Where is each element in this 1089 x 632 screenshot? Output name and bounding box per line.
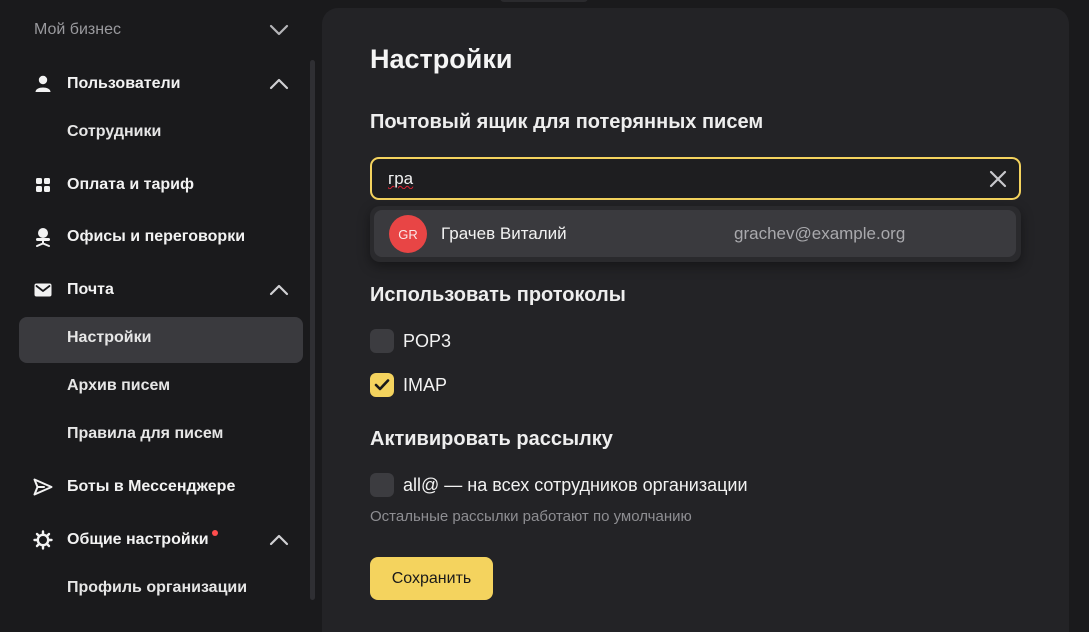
sidebar-item-label: Сотрудники	[67, 123, 162, 140]
sidebar-item-mail-rules[interactable]: Правила для писем	[0, 412, 305, 456]
sidebar-item-label: Профиль организации	[67, 579, 248, 596]
imap-option[interactable]: IMAP	[370, 372, 447, 398]
main-panel	[322, 8, 1069, 632]
sidebar-item-general-settings[interactable]: Общие настройки	[0, 518, 305, 562]
sidebar-item-mail-settings[interactable]: Настройки	[0, 316, 305, 360]
sidebar-item-users[interactable]: Пользователи	[0, 62, 305, 106]
suggestion-name: Грачев Виталий	[441, 224, 567, 243]
sidebar-item-label: Настройки	[67, 329, 152, 346]
imap-checkbox[interactable]	[370, 373, 394, 397]
mailing-hint: Остальные рассылки работают по умолчанию	[370, 508, 692, 525]
all-mailing-option[interactable]: all@ — на всех сотрудников организации	[370, 472, 748, 498]
send-icon	[33, 477, 53, 497]
suggestion-dropdown: GR Грачев Виталий grachev@example.org	[370, 206, 1021, 262]
mailbox-search-input[interactable]	[388, 167, 968, 191]
sidebar-item-mail[interactable]: Почта	[0, 268, 305, 312]
app-root: Мой бизнес Пользователи Сотрудники Оплат…	[0, 0, 1089, 632]
close-icon[interactable]	[987, 168, 1009, 190]
top-bar-handle	[500, 0, 588, 2]
sidebar-item-label: Оплата и тариф	[67, 176, 194, 193]
gear-icon	[33, 530, 53, 550]
pop3-checkbox[interactable]	[370, 329, 394, 353]
chevron-up-icon[interactable]	[268, 279, 290, 301]
chevron-up-icon[interactable]	[268, 73, 290, 95]
page-title: Настройки	[370, 44, 513, 74]
sidebar-item-offices[interactable]: Офисы и переговорки	[0, 215, 305, 259]
chair-icon	[33, 227, 53, 247]
mailbox-search-field[interactable]	[370, 157, 1021, 200]
sidebar-item-label: Общие настройки	[67, 531, 209, 548]
chevron-down-icon[interactable]	[268, 19, 290, 41]
sidebar-item-label: Пользователи	[67, 75, 181, 92]
suggestion-email: grachev@example.org	[734, 224, 906, 243]
sidebar-item-label: Правила для писем	[67, 425, 224, 442]
sidebar-section-header[interactable]: Мой бизнес	[34, 18, 339, 42]
all-mailing-checkbox[interactable]	[370, 473, 394, 497]
pop3-option[interactable]: POP3	[370, 328, 451, 354]
sidebar-item-label: Офисы и переговорки	[67, 228, 246, 245]
mailing-heading: Активировать рассылку	[370, 428, 613, 450]
mail-icon	[33, 280, 53, 300]
protocols-heading: Использовать протоколы	[370, 284, 626, 306]
sidebar-item-label-wrap: Общие настройки	[67, 530, 218, 549]
sidebar-item-employees[interactable]: Сотрудники	[0, 110, 305, 154]
save-button[interactable]: Сохранить	[370, 557, 493, 600]
sidebar-item-label: Боты в Мессенджере	[67, 478, 236, 495]
sidebar-item-org-profile[interactable]: Профиль организации	[0, 566, 305, 610]
pop3-label: POP3	[403, 330, 452, 351]
all-mailing-label: all@ — на всех сотрудников организации	[403, 474, 748, 495]
user-icon	[33, 74, 53, 94]
sidebar-item-label: Архив писем	[67, 377, 171, 394]
avatar: GR	[389, 215, 427, 253]
sidebar-item-billing[interactable]: Оплата и тариф	[0, 163, 305, 207]
sidebar-item-bots[interactable]: Боты в Мессенджере	[0, 465, 305, 509]
sidebar-item-mail-archive[interactable]: Архив писем	[0, 364, 305, 408]
notification-dot	[211, 530, 218, 536]
sidebar-section-title: Мой бизнес	[34, 21, 121, 38]
checkmark-icon	[374, 379, 390, 391]
sidebar-item-label: Почта	[67, 281, 114, 298]
grid-icon	[33, 175, 53, 195]
chevron-up-icon[interactable]	[268, 529, 290, 551]
imap-label: IMAP	[403, 374, 448, 395]
suggestion-item[interactable]: GR Грачев Виталий grachev@example.org	[374, 210, 1016, 257]
sidebar: Мой бизнес Пользователи Сотрудники Оплат…	[0, 0, 320, 632]
sidebar-scrollbar[interactable]	[310, 60, 315, 600]
lost-mailbox-heading: Почтовый ящик для потерянных писем	[370, 111, 764, 133]
